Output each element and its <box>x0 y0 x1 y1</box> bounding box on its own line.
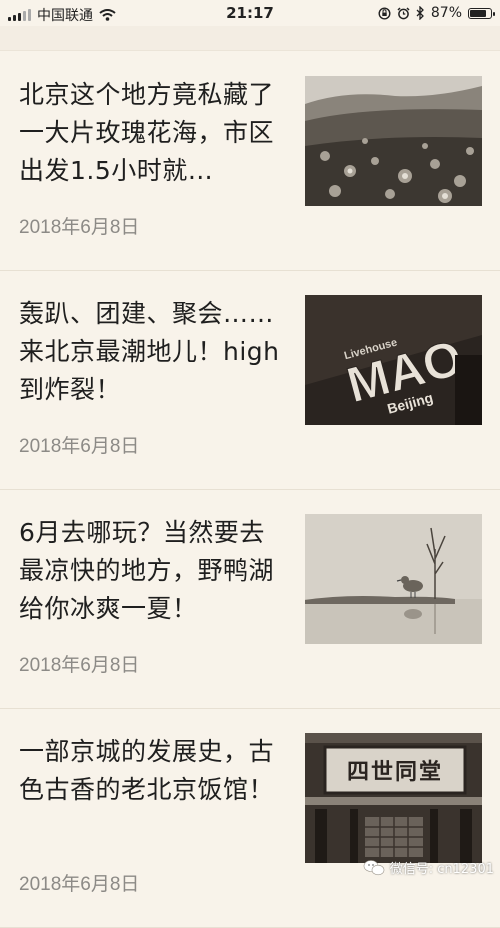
article-title: 轰趴、团建、聚会……来北京最潮地儿！high到炸裂！ <box>19 299 280 404</box>
article-date: 2018年6月8日 <box>19 436 140 457</box>
battery-icon <box>468 7 495 19</box>
bluetooth-icon <box>416 6 424 20</box>
article-thumbnail-restaurant: 四世同堂 <box>305 733 482 863</box>
article-title: 6月去哪玩？当然要去最凉快的地方，野鸭湖给你冰爽一夏！ <box>19 518 275 623</box>
status-right: 87% <box>378 5 495 21</box>
article-item[interactable]: 一部京城的发展史，古色古香的老北京饭馆！ 2018年6月8日 四世同堂 <box>0 709 500 928</box>
status-bar: 中国联通 21:17 87% <box>0 0 500 26</box>
article-date: 2018年6月8日 <box>19 874 140 895</box>
article-title: 一部京城的发展史，古色古香的老北京饭馆！ <box>19 737 275 804</box>
lock-rotation-icon <box>378 6 391 20</box>
article-thumbnail-livehouse: Livehouse MAO Beijing <box>305 295 482 425</box>
article-item[interactable]: 北京这个地方竟私藏了一大片玫瑰花海，市区出发1.5小时就… 2018年6月8日 <box>0 52 500 271</box>
alarm-icon <box>397 6 410 19</box>
article-thumbnail-flowers <box>305 76 482 206</box>
wechat-icon <box>363 859 385 875</box>
restaurant-sign: 四世同堂 <box>347 759 443 785</box>
article-thumbnail-lake <box>305 514 482 644</box>
watermark-text: 微信号: cn12301 <box>389 862 494 877</box>
battery-percent: 87% <box>430 5 462 21</box>
article-title: 北京这个地方竟私藏了一大片玫瑰花海，市区出发1.5小时就… <box>19 80 275 185</box>
article-item[interactable]: 轰趴、团建、聚会……来北京最潮地儿！high到炸裂！ 2018年6月8日 Liv… <box>0 271 500 490</box>
article-date: 2018年6月8日 <box>19 217 140 238</box>
wechat-watermark: 微信号: cn12301 <box>363 858 494 877</box>
article-date: 2018年6月8日 <box>19 655 140 676</box>
top-band <box>0 26 500 51</box>
article-item[interactable]: 6月去哪玩？当然要去最凉快的地方，野鸭湖给你冰爽一夏！ 2018年6月8日 <box>0 490 500 709</box>
article-list: 北京这个地方竟私藏了一大片玫瑰花海，市区出发1.5小时就… 2018年6月8日 <box>0 52 500 928</box>
